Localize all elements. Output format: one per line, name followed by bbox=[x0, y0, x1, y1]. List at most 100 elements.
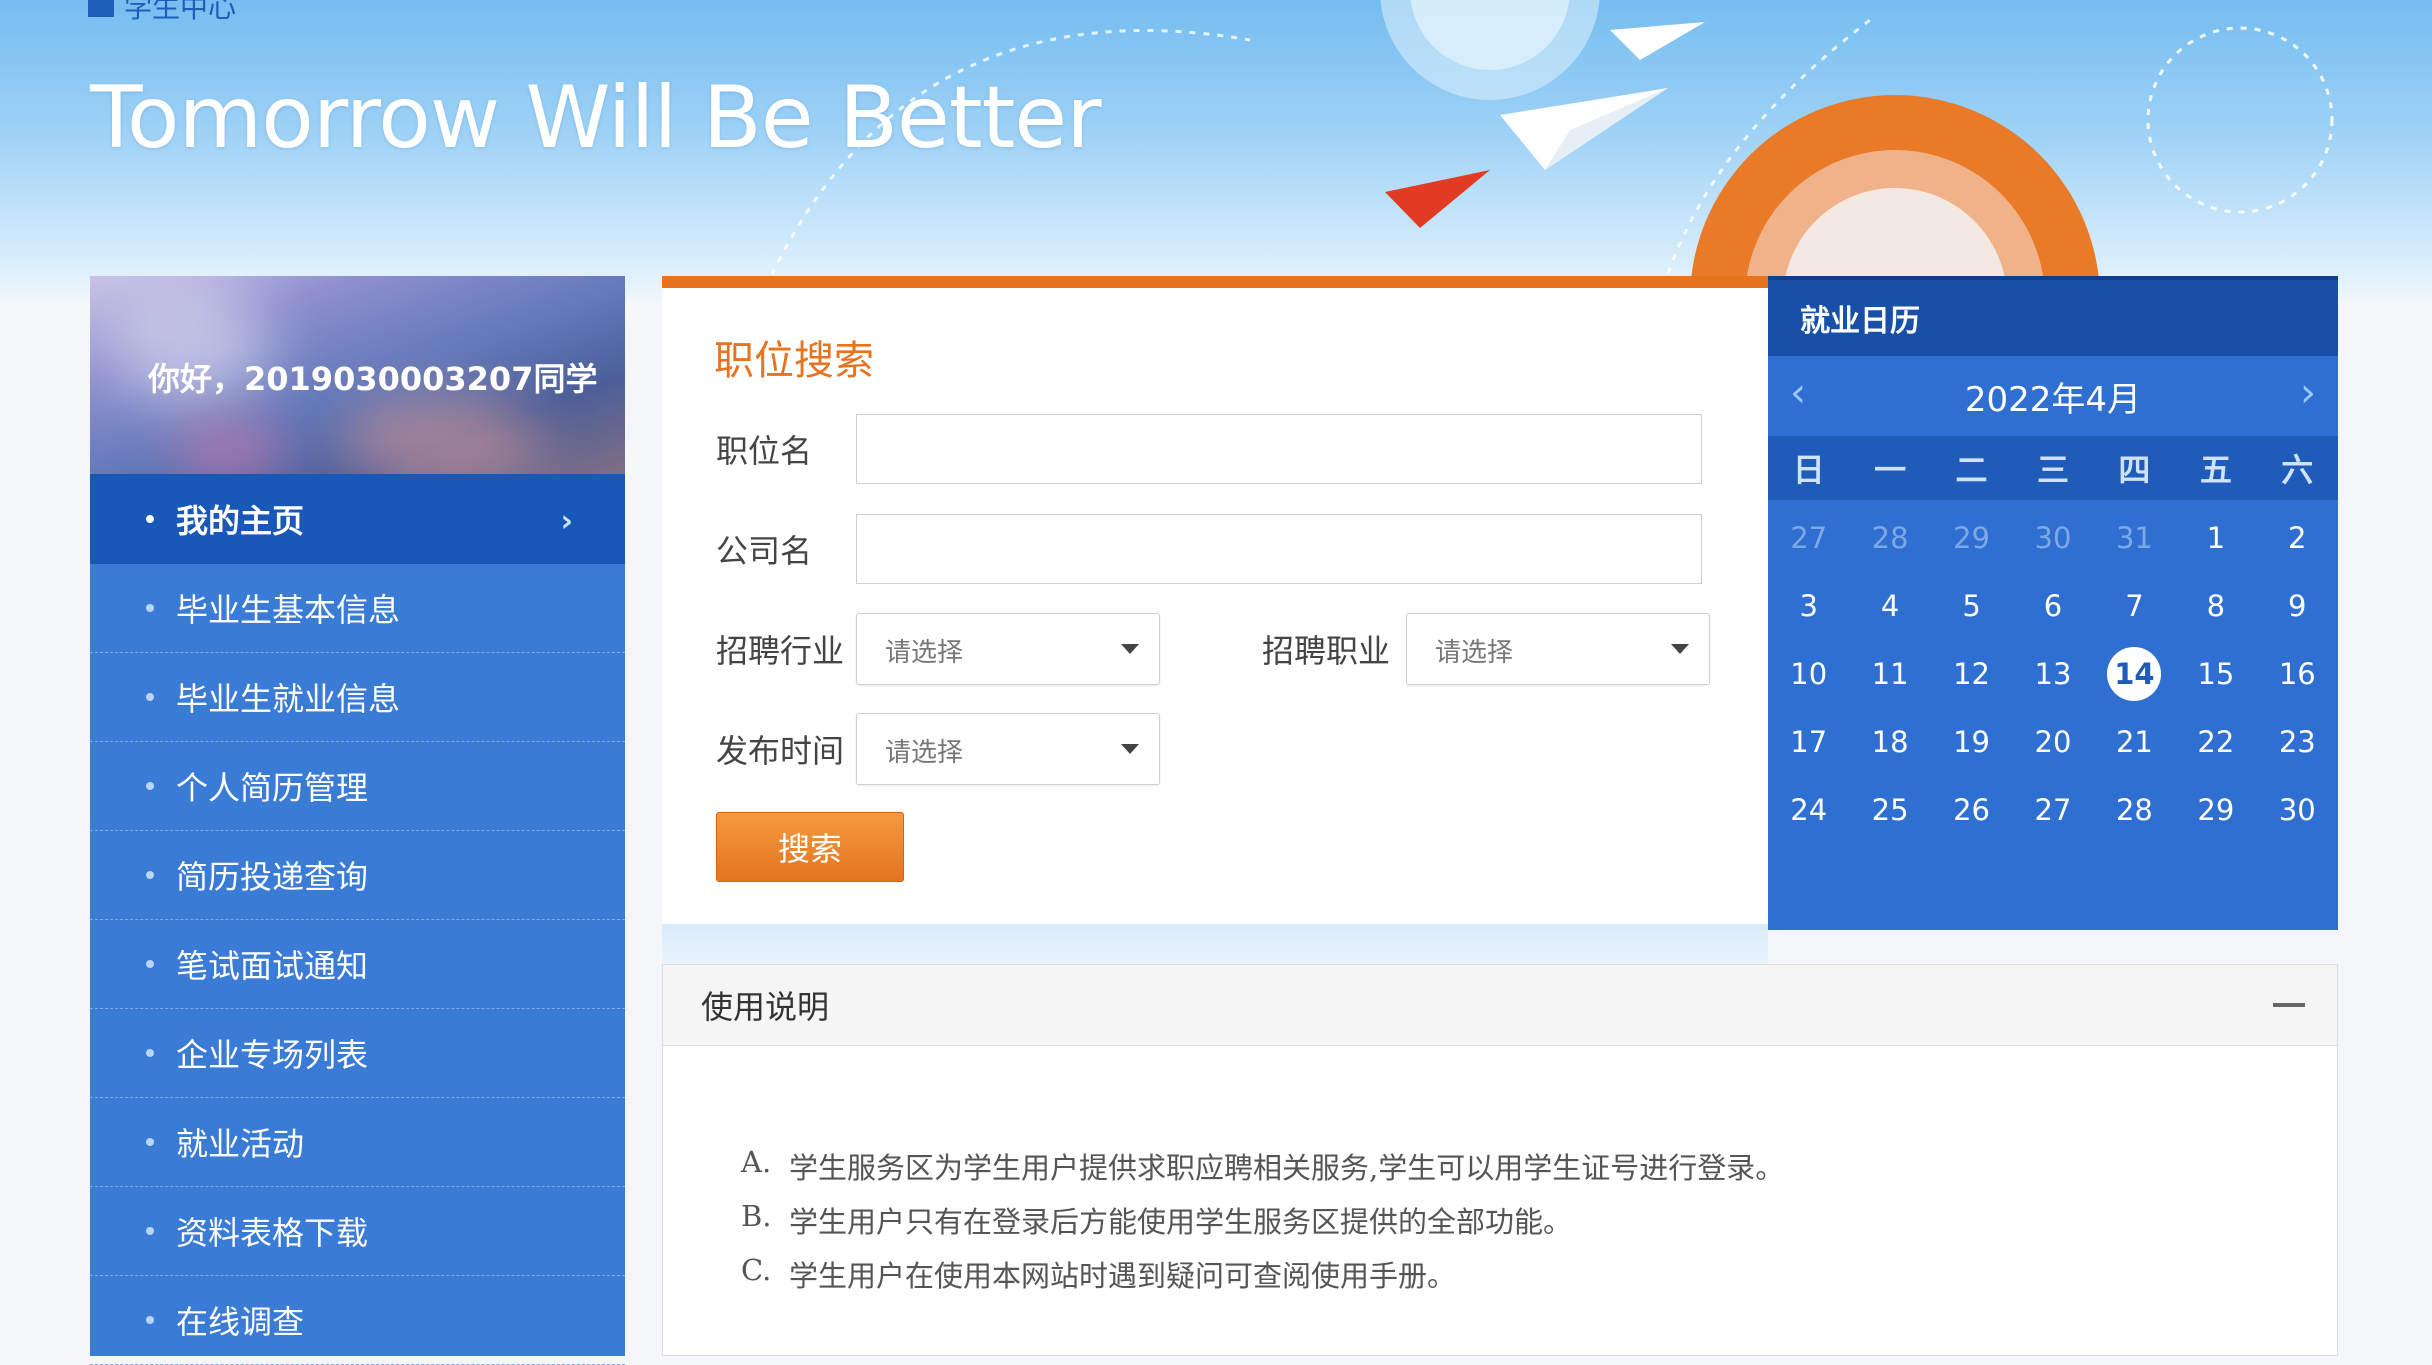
calendar-day[interactable]: 24 bbox=[1768, 776, 1849, 844]
calendar-day[interactable]: 13 bbox=[2012, 640, 2093, 708]
calendar-day[interactable]: 10 bbox=[1768, 640, 1849, 708]
site-section-label[interactable]: 学生中心 bbox=[88, 0, 236, 26]
calendar-day[interactable]: 12 bbox=[1931, 640, 2012, 708]
job-name-input[interactable] bbox=[856, 414, 1702, 484]
list-marker: B. bbox=[741, 1199, 772, 1233]
calendar-day[interactable]: 21 bbox=[2094, 708, 2175, 776]
calendar-day[interactable]: 17 bbox=[1768, 708, 1849, 776]
chevron-left-icon[interactable]: ‹ bbox=[1790, 370, 1806, 416]
list-item-text: 学生用户只有在登录后方能使用学生服务区提供的全部功能。 bbox=[789, 1205, 1573, 1239]
select-value: 请选择 bbox=[1435, 638, 1514, 668]
employment-calendar: 就业日历 ‹ 2022年4月 › 日一二三四五六 27 28 29 30 31 1 2 3 4 5… bbox=[1768, 276, 2338, 930]
weekday-label: 六 bbox=[2281, 451, 2314, 489]
calendar-day[interactable]: 25 bbox=[1849, 776, 1930, 844]
sidebar-menu: 我的主页 › 毕业生基本信息 毕业生就业信息 个人简历管理 简历投递查询 笔试面… bbox=[90, 474, 625, 1365]
calendar-day[interactable]: 20 bbox=[2012, 708, 2093, 776]
sidebar-item-label: 个人简历管理 bbox=[176, 769, 369, 807]
calendar-day[interactable]: 30 bbox=[2012, 504, 2093, 572]
home-icon bbox=[88, 0, 114, 17]
user-greeting: 你好，2019030003207同学 bbox=[148, 360, 598, 398]
calendar-day[interactable]: 23 bbox=[2257, 708, 2338, 776]
calendar-day[interactable]: 16 bbox=[2257, 640, 2338, 708]
calendar-days: 27 28 29 30 31 1 2 3 4 5 6 7 8 9 10 11 12 13 14 15 16 17 18 19 2… bbox=[1768, 504, 2338, 844]
select-value: 请选择 bbox=[885, 738, 964, 768]
calendar-day[interactable]: 29 bbox=[2175, 776, 2256, 844]
sidebar-item-label: 简历投递查询 bbox=[176, 858, 369, 896]
list-item: A. 学生服务区为学生用户提供求职应聘相关服务,学生可以用学生证号进行登录。 bbox=[741, 1145, 1784, 1199]
panel-divider bbox=[662, 924, 1768, 964]
calendar-day[interactable]: 1 bbox=[2175, 504, 2256, 572]
sidebar-item-interview[interactable]: 笔试面试通知 bbox=[90, 920, 625, 1009]
calendar-day[interactable]: 29 bbox=[1931, 504, 2012, 572]
sidebar-item-basic-info[interactable]: 毕业生基本信息 bbox=[90, 564, 625, 653]
select-value: 请选择 bbox=[885, 638, 964, 668]
calendar-day[interactable]: 19 bbox=[1931, 708, 2012, 776]
bullet-icon bbox=[146, 693, 154, 701]
calendar-month: 2022年4月 bbox=[1964, 379, 2142, 420]
list-item: C. 学生用户在使用本网站时遇到疑问可查阅使用手册。 bbox=[741, 1253, 1784, 1307]
industry-select[interactable]: 请选择 bbox=[856, 613, 1160, 685]
sidebar: 你好，2019030003207同学 我的主页 › 毕业生基本信息 毕业生就业信… bbox=[90, 276, 625, 1365]
bullet-icon bbox=[146, 782, 154, 790]
list-item-text: 学生用户在使用本网站时遇到疑问可查阅使用手册。 bbox=[789, 1259, 1457, 1293]
calendar-day[interactable]: 9 bbox=[2257, 572, 2338, 640]
sidebar-item-company-events[interactable]: 企业专场列表 bbox=[90, 1009, 625, 1098]
calendar-day[interactable]: 27 bbox=[2012, 776, 2093, 844]
sidebar-item-label: 笔试面试通知 bbox=[176, 947, 369, 985]
weekday-label: 四 bbox=[2118, 451, 2151, 489]
calendar-day[interactable]: 31 bbox=[2094, 504, 2175, 572]
calendar-day[interactable]: 8 bbox=[2175, 572, 2256, 640]
instructions-header[interactable]: 使用说明 bbox=[663, 965, 2337, 1046]
occupation-select[interactable]: 请选择 bbox=[1406, 613, 1710, 685]
profile-card: 你好，2019030003207同学 bbox=[90, 276, 625, 474]
calendar-day[interactable]: 5 bbox=[1931, 572, 2012, 640]
calendar-day[interactable]: 15 bbox=[2175, 640, 2256, 708]
calendar-day[interactable]: 6 bbox=[2012, 572, 2093, 640]
calendar-day[interactable]: 18 bbox=[1849, 708, 1930, 776]
calendar-weekdays: 日一二三四五六 bbox=[1768, 436, 2338, 500]
instructions-title: 使用说明 bbox=[701, 988, 830, 1026]
calendar-day[interactable]: 22 bbox=[2175, 708, 2256, 776]
calendar-day[interactable]: 11 bbox=[1849, 640, 1930, 708]
bullet-icon bbox=[146, 1227, 154, 1235]
calendar-day[interactable]: 3 bbox=[1768, 572, 1849, 640]
header-banner: 学生中心 Tomorrow Will Be Better bbox=[0, 0, 2432, 300]
minus-icon[interactable] bbox=[2273, 1003, 2305, 1007]
sidebar-item-resume[interactable]: 个人简历管理 bbox=[90, 742, 625, 831]
calendar-day[interactable]: 4 bbox=[1849, 572, 1930, 640]
list-item-text: 学生服务区为学生用户提供求职应聘相关服务,学生可以用学生证号进行登录。 bbox=[789, 1151, 1785, 1185]
sidebar-item-employment-info[interactable]: 毕业生就业信息 bbox=[90, 653, 625, 742]
calendar-day[interactable]: 30 bbox=[2257, 776, 2338, 844]
bullet-icon bbox=[146, 1049, 154, 1057]
bullet-icon bbox=[146, 871, 154, 879]
calendar-day[interactable]: 7 bbox=[2094, 572, 2175, 640]
sidebar-item-downloads[interactable]: 资料表格下载 bbox=[90, 1187, 625, 1276]
weekday-label: 三 bbox=[2036, 451, 2069, 489]
chevron-right-icon: › bbox=[560, 504, 573, 539]
weekday-label: 一 bbox=[1874, 451, 1907, 489]
industry-label: 招聘行业 bbox=[716, 632, 845, 670]
calendar-day[interactable]: 27 bbox=[1768, 504, 1849, 572]
search-button[interactable]: 搜索 bbox=[716, 812, 904, 882]
company-name-input[interactable] bbox=[856, 514, 1702, 584]
sidebar-item-resume-delivery[interactable]: 简历投递查询 bbox=[90, 831, 625, 920]
sidebar-item-activities[interactable]: 就业活动 bbox=[90, 1098, 625, 1187]
sidebar-item-label: 企业专场列表 bbox=[176, 1036, 369, 1074]
calendar-day[interactable]: 28 bbox=[2094, 776, 2175, 844]
calendar-day[interactable]: 26 bbox=[1931, 776, 2012, 844]
sidebar-item-survey[interactable]: 在线调查 bbox=[90, 1276, 625, 1365]
banner-slogan: Tomorrow Will Be Better bbox=[90, 68, 1102, 168]
occupation-label: 招聘职业 bbox=[1262, 632, 1391, 670]
panel-title: 职位搜索 bbox=[714, 338, 874, 384]
sidebar-item-label: 在线调查 bbox=[176, 1303, 305, 1341]
chevron-right-icon[interactable]: › bbox=[2300, 370, 2316, 416]
publish-time-select[interactable]: 请选择 bbox=[856, 713, 1160, 785]
today-marker: 14 bbox=[2107, 647, 2162, 701]
calendar-day[interactable]: 2 bbox=[2257, 504, 2338, 572]
weekday-label: 日 bbox=[1792, 451, 1825, 489]
sidebar-item-label: 资料表格下载 bbox=[176, 1214, 369, 1252]
calendar-day[interactable]: 28 bbox=[1849, 504, 1930, 572]
instructions-list: A. 学生服务区为学生用户提供求职应聘相关服务,学生可以用学生证号进行登录。 B… bbox=[741, 1145, 1784, 1307]
calendar-day-today[interactable]: 14 bbox=[2094, 640, 2175, 708]
sidebar-item-home[interactable]: 我的主页 › bbox=[90, 474, 625, 564]
